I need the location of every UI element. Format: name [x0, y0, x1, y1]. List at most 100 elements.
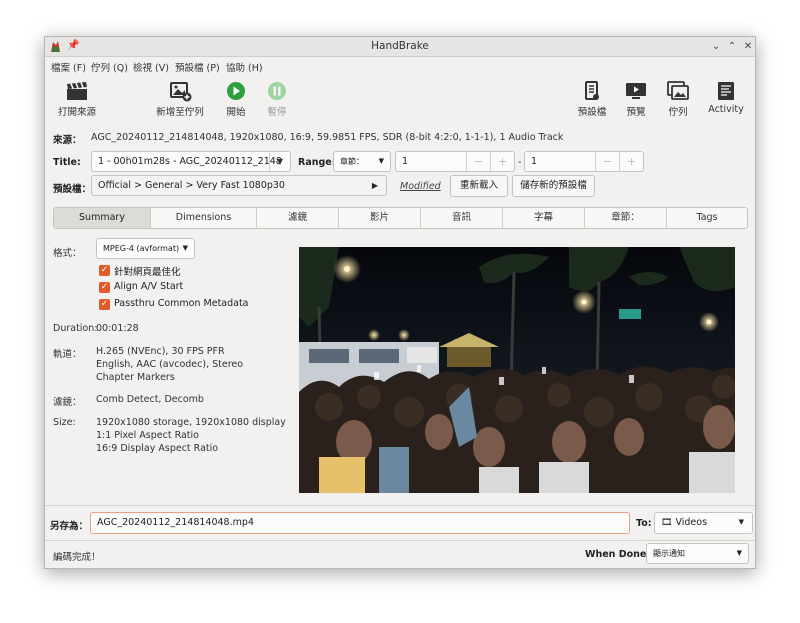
image-stack-icon: [667, 81, 689, 100]
destination-value: Videos: [675, 517, 708, 528]
settings-tabs: Summary Dimensions 濾鏡 影片 音訊 字幕 章節： Tags: [53, 207, 748, 229]
range-start-increment-button[interactable]: +: [490, 152, 514, 171]
range-type-select[interactable]: 章節： ▼: [333, 151, 391, 172]
menu-queue[interactable]: 佇列 (Q): [91, 60, 128, 74]
pause-label: 暫停: [267, 107, 287, 118]
tab-summary[interactable]: Summary: [54, 208, 151, 228]
open-source-button[interactable]: 打開來源: [55, 77, 99, 123]
range-end-spinner[interactable]: 1 − +: [524, 151, 644, 172]
size-storage: 1920x1080 storage, 1920x1080 display: [96, 417, 286, 428]
handbrake-window: 📌 HandBrake ⌄ ⌃ ✕ 檔案 (F) 佇列 (Q) 檢視 (V) 預…: [44, 36, 756, 569]
pause-button[interactable]: 暫停: [262, 77, 292, 123]
range-dash: -: [518, 157, 522, 168]
range-end-value: 1: [531, 156, 538, 167]
open-source-label: 打開來源: [57, 107, 96, 118]
preview-image: [299, 247, 735, 493]
tab-video[interactable]: 影片: [339, 208, 421, 228]
tab-dimensions[interactable]: Dimensions: [151, 208, 257, 228]
image-add-icon: [170, 82, 192, 102]
size-pixel-aspect: 1:1 Pixel Aspect Ratio: [96, 430, 199, 441]
preset-label: 預設檔：: [53, 184, 92, 195]
range-start-spinner[interactable]: 1 − +: [395, 151, 515, 172]
menu-bar: 檔案 (F) 佇列 (Q) 檢視 (V) 預設檔 (P) 協助 (H): [45, 58, 755, 75]
save-filename-input[interactable]: AGC_20240112_214814048.mp4: [90, 512, 630, 534]
track-video: H.265 (NVEnc), 30 FPS PFR: [96, 346, 225, 357]
separator: [45, 540, 755, 541]
range-end-decrement-button[interactable]: −: [595, 152, 619, 171]
preset-value: Official > General > Very Fast 1080p30: [98, 180, 285, 191]
chevron-down-icon: ▼: [182, 244, 188, 252]
passthru-metadata-label: Passthru Common Metadata: [114, 298, 249, 309]
document-list-icon: [585, 81, 599, 100]
clapperboard-icon: [67, 82, 87, 100]
range-label: Range:: [298, 157, 336, 168]
monitor-play-icon: [626, 83, 646, 99]
toolbar: 打開來源 新增至佇列 開始 暫停 預設檔 預覽 佇列 Activity: [45, 77, 755, 123]
format-select[interactable]: MPEG-4 (avformat) ▼: [96, 238, 195, 259]
range-type-value: 章節：: [340, 157, 364, 166]
format-label: 格式：: [53, 248, 82, 259]
preview-label: 預覽: [626, 107, 646, 118]
range-start-value: 1: [402, 156, 409, 167]
add-to-queue-label: 新增至佇列: [156, 107, 204, 118]
preset-select[interactable]: Official > General > Very Fast 1080p30 ▶: [91, 175, 387, 196]
film-icon: 🎞: [661, 518, 673, 528]
when-done-value: 顯示通知: [653, 549, 685, 558]
duration-value: 00:01:28: [96, 323, 139, 334]
align-av-label: Align A/V Start: [114, 281, 184, 292]
checkmark-icon: ✓: [99, 299, 110, 310]
filters-value: Comb Detect, Decomb: [96, 394, 204, 405]
maximize-button[interactable]: ⌃: [725, 39, 739, 54]
reload-button[interactable]: 重新載入: [450, 175, 508, 197]
separator: [45, 505, 755, 506]
activity-button[interactable]: Activity: [706, 77, 746, 123]
save-as-label: 另存為：: [50, 521, 89, 532]
chevron-down-icon: ▼: [738, 518, 744, 526]
save-new-preset-button[interactable]: 儲存新的預設檔: [512, 175, 595, 197]
menu-presets[interactable]: 預設檔 (P): [175, 60, 220, 74]
track-chapters: Chapter Markers: [96, 372, 175, 383]
destination-select[interactable]: 🎞 Videos ▼: [654, 512, 753, 534]
tab-subtitles[interactable]: 字幕: [503, 208, 585, 228]
title-value: 1 - 00h01m28s - AGC_20240112_2148: [98, 156, 282, 167]
chevron-right-icon: ▶: [371, 181, 378, 190]
add-to-queue-button[interactable]: 新增至佇列: [155, 77, 205, 123]
format-value: MPEG-4 (avformat): [103, 244, 180, 253]
menu-file[interactable]: 檔案 (F): [51, 60, 86, 74]
range-start-decrement-button[interactable]: −: [466, 152, 490, 171]
title-bar: 📌 HandBrake ⌄ ⌃ ✕: [45, 37, 755, 57]
presets-button[interactable]: 預設檔: [574, 77, 610, 123]
tab-audio[interactable]: 音訊: [421, 208, 503, 228]
menu-help[interactable]: 協助 (H): [226, 60, 263, 74]
queue-button[interactable]: 佇列: [663, 77, 693, 123]
title-select[interactable]: 1 - 00h01m28s - AGC_20240112_2148 ▼: [91, 151, 291, 172]
pause-icon: [268, 82, 286, 100]
presets-label: 預設檔: [577, 107, 607, 118]
queue-label: 佇列: [668, 107, 688, 118]
tab-chapters[interactable]: 章節：: [585, 208, 667, 228]
preview-button[interactable]: 預覽: [621, 77, 651, 123]
when-done-label: When Done:: [585, 549, 651, 560]
range-end-increment-button[interactable]: +: [619, 152, 643, 171]
to-label: To:: [636, 518, 652, 529]
minimize-button[interactable]: ⌄: [709, 39, 723, 54]
tab-tags[interactable]: Tags: [667, 208, 747, 228]
when-done-select[interactable]: 顯示通知 ▼: [646, 543, 749, 564]
checkmark-icon: ✓: [99, 265, 110, 276]
activity-label: Activity: [708, 104, 744, 115]
close-button[interactable]: ✕: [741, 39, 755, 54]
source-label: 來源：: [53, 135, 82, 146]
play-icon: [227, 82, 245, 100]
web-optimize-label: 針對網頁最佳化: [114, 267, 181, 278]
menu-view[interactable]: 檢視 (V): [133, 60, 169, 74]
filters-label: 濾鏡：: [53, 397, 82, 408]
modified-link[interactable]: Modified: [400, 181, 441, 192]
tab-filters[interactable]: 濾鏡: [257, 208, 339, 228]
start-label: 開始: [226, 107, 246, 118]
source-info: AGC_20240112_214814048, 1920x1080, 16:9,…: [91, 132, 564, 143]
title-label: Title:: [53, 157, 81, 168]
size-display-aspect: 16:9 Display Aspect Ratio: [96, 443, 219, 454]
duration-label: Duration:: [53, 323, 98, 334]
status-text: 編碼完成！: [53, 552, 101, 563]
start-button[interactable]: 開始: [221, 77, 251, 123]
